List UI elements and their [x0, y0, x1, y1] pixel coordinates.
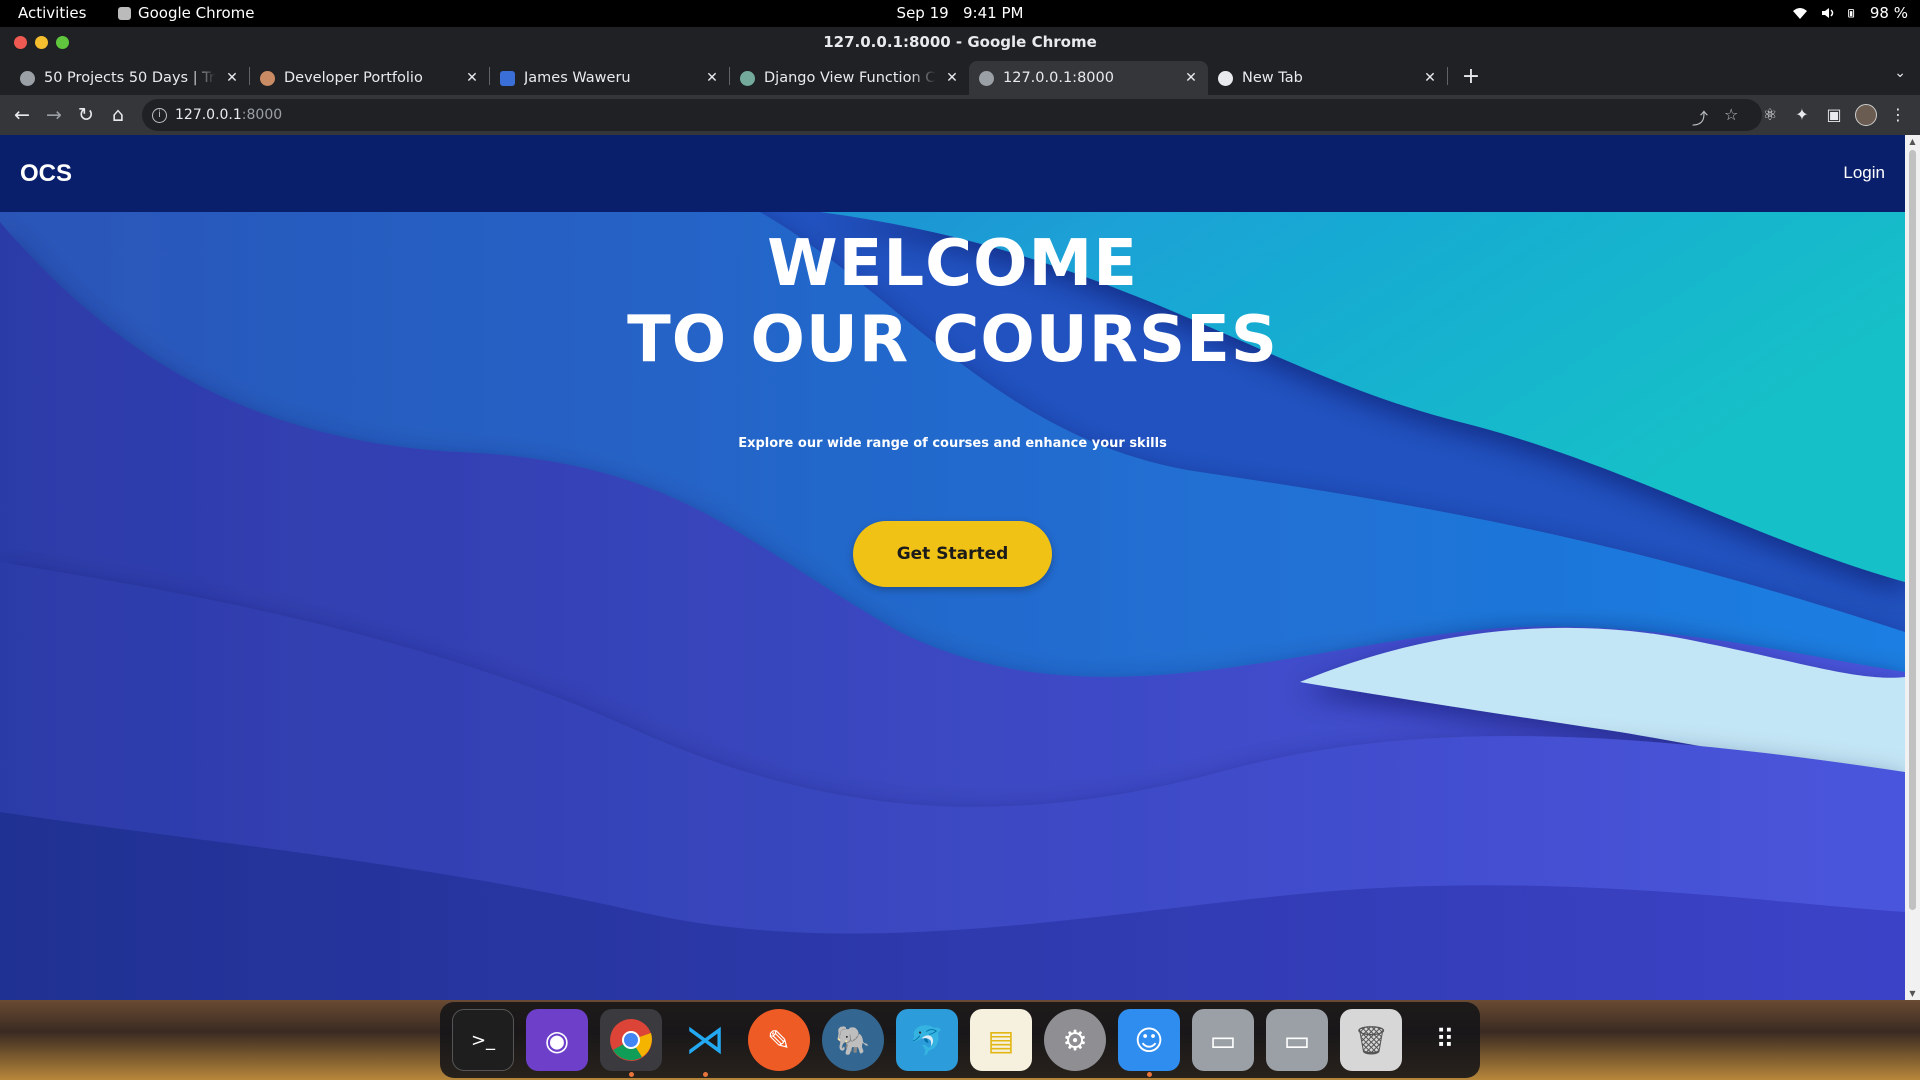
- tab-title: 127.0.0.1:8000: [1003, 70, 1114, 86]
- minimize-window-icon[interactable]: [35, 36, 48, 49]
- running-indicator: [1146, 1072, 1152, 1077]
- tab-50-projects[interactable]: 50 Projects 50 Days | Travel ✕: [10, 61, 249, 95]
- tab-developer-portfolio[interactable]: Developer Portfolio ✕: [250, 61, 489, 95]
- scroll-down-arrow-icon[interactable]: ▼: [1905, 989, 1920, 998]
- close-icon[interactable]: ✕: [465, 70, 479, 86]
- running-indicator: [628, 1072, 634, 1077]
- close-icon[interactable]: ✕: [705, 70, 719, 86]
- globe-icon: [979, 70, 994, 86]
- scrollbar-thumb[interactable]: [1909, 150, 1916, 910]
- drive-icon[interactable]: ▭: [1266, 1009, 1328, 1071]
- chrome-logo-graphic: [610, 1019, 652, 1061]
- chatgpt-favicon-icon: [740, 70, 755, 86]
- app-menu[interactable]: Google Chrome: [118, 4, 255, 22]
- wifi-icon: [1792, 8, 1807, 19]
- clock-time[interactable]: 9:41 PM: [963, 4, 1023, 22]
- tab-strip: 50 Projects 50 Days | Travel ✕ Developer…: [0, 57, 1920, 95]
- url-port: :8000: [241, 107, 283, 123]
- site-brand[interactable]: OCS: [20, 160, 72, 188]
- forward-arrow-icon[interactable]: →: [38, 99, 70, 131]
- react-devtools-icon[interactable]: ⚛: [1756, 99, 1784, 131]
- running-indicator: [702, 1072, 708, 1077]
- tab-title: James Waweru: [524, 70, 631, 86]
- close-icon[interactable]: ✕: [1184, 70, 1198, 86]
- tab-title: New Tab: [1242, 70, 1303, 86]
- side-panel-icon[interactable]: ▣: [1820, 99, 1848, 131]
- window-title: 127.0.0.1:8000 - Google Chrome: [823, 33, 1097, 51]
- more-menu-icon[interactable]: ⋮: [1884, 99, 1912, 131]
- dock: >_ ◉ ⋊ ✎ 🐘 🐬 ▤ ⚙ ☺ ▭ ▭ 🗑 ⠿: [440, 1002, 1480, 1078]
- scroll-up-arrow-icon[interactable]: ▲: [1905, 137, 1920, 146]
- close-icon[interactable]: ✕: [945, 70, 959, 86]
- clock-date[interactable]: Sep 19: [897, 4, 949, 22]
- globe-icon: [20, 70, 35, 86]
- trash-icon[interactable]: 🗑: [1340, 1009, 1402, 1071]
- app-menu-label: Google Chrome: [138, 4, 255, 22]
- hero-section: WELCOME TO OUR COURSES Explore our wide …: [0, 212, 1905, 1000]
- site-info-icon[interactable]: i: [152, 107, 167, 123]
- tab-title: Developer Portfolio: [284, 70, 423, 86]
- browser-toolbar: ← → ↻ ⌂ i 127.0.0.1:8000 ⤴ ☆ ⚛ ✦ ▣ ⋮: [0, 95, 1920, 135]
- volume-icon: [1821, 8, 1834, 18]
- drive-icon[interactable]: ▭: [1192, 1009, 1254, 1071]
- share-icon[interactable]: ⤴: [1692, 105, 1708, 129]
- app-grid-icon[interactable]: ⠿: [1414, 1009, 1476, 1071]
- system-top-bar: Activities Google Chrome Sep 19 9:41 PM …: [0, 0, 1920, 27]
- get-started-button[interactable]: Get Started: [853, 521, 1052, 587]
- finder-icon[interactable]: ☺: [1118, 1009, 1180, 1077]
- tab-new-tab[interactable]: New Tab ✕: [1208, 61, 1447, 95]
- mysql-workbench-icon[interactable]: 🐬: [896, 1009, 958, 1071]
- url-host: 127.0.0.1: [175, 107, 242, 123]
- profile-avatar[interactable]: [1855, 104, 1877, 126]
- tab-localhost[interactable]: 127.0.0.1:8000 ✕: [969, 61, 1208, 95]
- clock: Sep 19 9:41 PM: [0, 4, 1920, 22]
- postman-icon[interactable]: ✎: [748, 1009, 810, 1071]
- vscode-icon[interactable]: ⋊: [674, 1009, 736, 1077]
- page-scrollbar[interactable]: ▲ ▼: [1905, 135, 1920, 1000]
- tab-search-chevron-icon[interactable]: ⌄: [1894, 65, 1906, 81]
- maximize-window-icon[interactable]: [56, 36, 69, 49]
- chrome-icon[interactable]: [600, 1009, 662, 1077]
- bookmark-star-icon[interactable]: ☆: [1724, 105, 1738, 124]
- chrome-app-icon: [118, 6, 131, 20]
- activities-button[interactable]: Activities: [18, 4, 86, 22]
- vite-favicon-icon: [500, 70, 515, 86]
- hero-title-line2: TO OUR COURSES: [627, 303, 1278, 377]
- battery-percent: 98 %: [1869, 4, 1908, 22]
- hero-title-line1: WELCOME: [767, 227, 1138, 301]
- github-desktop-icon[interactable]: ◉: [526, 1009, 588, 1071]
- system-tray[interactable]: 98 %: [1792, 4, 1908, 22]
- tab-title: 50 Projects 50 Days | Travel: [44, 70, 216, 86]
- tab-title: Django View Function Co: [764, 70, 936, 86]
- close-icon[interactable]: ✕: [1423, 70, 1437, 86]
- settings-icon[interactable]: ⚙: [1044, 1009, 1106, 1071]
- home-icon[interactable]: ⌂: [102, 99, 134, 131]
- tab-django-view-function[interactable]: Django View Function Co ✕: [730, 61, 969, 95]
- back-arrow-icon[interactable]: ←: [6, 99, 38, 131]
- address-bar[interactable]: i 127.0.0.1:8000 ⤴ ☆: [142, 99, 1762, 131]
- reload-icon[interactable]: ↻: [70, 99, 102, 131]
- hero-subtitle: Explore our wide range of courses and en…: [738, 436, 1167, 451]
- terminal-icon[interactable]: >_: [452, 1009, 514, 1071]
- avatar-favicon-icon: [260, 70, 275, 86]
- window-titlebar[interactable]: 127.0.0.1:8000 - Google Chrome: [0, 27, 1920, 57]
- tab-james-waweru[interactable]: James Waweru ✕: [490, 61, 729, 95]
- extensions-puzzle-icon[interactable]: ✦: [1788, 99, 1816, 131]
- close-icon[interactable]: ✕: [225, 70, 239, 86]
- login-link[interactable]: Login: [1843, 163, 1885, 183]
- postgres-icon[interactable]: 🐘: [822, 1009, 884, 1071]
- chrome-favicon-icon: [1218, 70, 1233, 86]
- url-text[interactable]: 127.0.0.1:8000: [175, 107, 282, 123]
- page-viewport: OCS Login WELCOME TO OUR COURSES Explore…: [0, 135, 1920, 1000]
- new-tab-button[interactable]: +: [1454, 61, 1488, 95]
- tab-separator: [1447, 67, 1448, 85]
- battery-icon: [1848, 9, 1854, 18]
- notes-icon[interactable]: ▤: [970, 1009, 1032, 1071]
- site-navbar: OCS Login: [0, 135, 1905, 212]
- close-window-icon[interactable]: [14, 36, 27, 49]
